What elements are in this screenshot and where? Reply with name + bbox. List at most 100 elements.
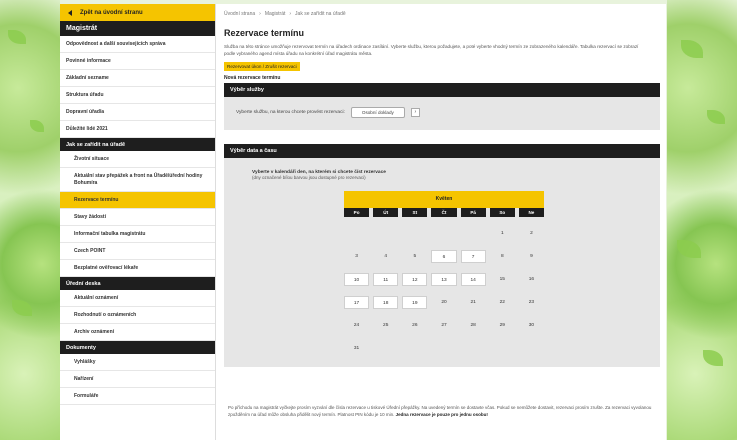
sidebar-subitem[interactable]: Aktuální stav přepážek a front na Úřadě/…: [60, 168, 215, 192]
calendar-day-empty: [344, 227, 369, 240]
calendar-day: 8: [500, 253, 504, 259]
left-decorative-background: [0, 0, 60, 440]
weekday-header: Po: [344, 207, 370, 217]
sidebar-subitem[interactable]: Rozhodnutí o oznámeních: [60, 307, 215, 324]
sidebar-item[interactable]: Odpovědnost a další souvisejících správa: [60, 36, 215, 53]
calendar-month: Květen: [344, 190, 544, 208]
calendar-day-available[interactable]: 14: [460, 272, 486, 286]
sidebar-subitem[interactable]: Formuláře: [60, 388, 215, 405]
sidebar-subitem[interactable]: Vyhlášky: [60, 354, 215, 371]
calendar-day-available[interactable]: 18: [373, 295, 399, 309]
sidebar-subitem-active[interactable]: Rezervace termínu: [60, 192, 215, 209]
weekday-header: Ne: [518, 207, 544, 217]
calendar-day: 4: [384, 253, 388, 259]
calendar-hint: (dny označené bílou barvou jsou dostupné…: [252, 174, 366, 180]
calendar-day: 28: [470, 322, 476, 328]
breadcrumb-link[interactable]: Jak se zařídit na úřadě: [295, 11, 346, 17]
weekday-header: St: [402, 207, 428, 217]
calendar-day: 23: [528, 299, 535, 305]
sidebar-subitem[interactable]: Stavy žádostí: [60, 209, 215, 226]
breadcrumb: Úvodní strana › Magistrát › Jak se zaříd…: [224, 8, 660, 20]
calendar-day: 29: [499, 322, 505, 328]
weekday-header: So: [489, 207, 515, 217]
sidebar: Zpět na úvodní stranu Magistrát Odpovědn…: [60, 4, 216, 440]
main-content: Úvodní strana › Magistrát › Jak se zaříd…: [216, 4, 666, 440]
arrow-left-icon: [68, 9, 72, 16]
calendar-day-available[interactable]: 11: [373, 272, 399, 286]
calendar-day: 31: [353, 345, 360, 351]
sidebar-subitem[interactable]: Aktuální oznámení: [60, 290, 215, 307]
sidebar-item[interactable]: Povinné informace: [60, 53, 215, 70]
calendar-grid: Po Út St Čt Pá So Ne 1 2 3 4 5 6 7 8 9 10 11 12 13 14 15 16 17 1…: [344, 207, 544, 355]
calendar-day: 2: [530, 230, 533, 236]
calendar-day-empty: [431, 227, 456, 240]
sidebar-subitem[interactable]: Bezplatné ověřovací lékaře: [60, 260, 215, 277]
calendar-day-available[interactable]: 7: [460, 249, 486, 263]
calendar-day: 30: [528, 322, 535, 328]
sidebar-item[interactable]: Důležité lidé 2021: [60, 121, 215, 138]
calendar-day: 24: [353, 322, 360, 328]
back-label: Zpět na úvodní stranu: [80, 9, 143, 16]
calendar-day-available[interactable]: 12: [402, 272, 428, 286]
sidebar-item[interactable]: Dopravní úřad/a: [60, 104, 215, 121]
calendar-day-empty: [402, 227, 427, 240]
reservation-link[interactable]: Rezervovat úkon / Zrušit rezervaci: [224, 61, 300, 71]
calendar-day: 5: [413, 253, 417, 259]
sidebar-item[interactable]: Základní sezname: [60, 70, 215, 87]
sidebar-subitem[interactable]: Životní situace: [60, 151, 215, 168]
service-panel: Vyberte službu, na kterou chcete provést…: [224, 96, 660, 130]
calendar-day: 3: [355, 253, 358, 259]
leaf-decoration: [12, 300, 32, 316]
calendar-day: 1: [500, 230, 504, 236]
leaf-decoration: [30, 120, 44, 132]
weekday-header: Čt: [431, 207, 457, 217]
calendar-day: 9: [530, 253, 533, 259]
sidebar-subitem[interactable]: Nařízení: [60, 371, 215, 388]
calendar-day: 22: [499, 299, 505, 305]
page-title: Rezervace termínu: [224, 28, 305, 38]
service-select[interactable]: Osobní doklady: [350, 106, 405, 118]
calendar-day-empty: [373, 227, 398, 240]
breadcrumb-separator: ›: [289, 11, 292, 17]
right-decorative-background: [667, 0, 737, 440]
intro-text: Služba na této stránce umožňuje rezervov…: [224, 44, 639, 56]
sidebar-subitem[interactable]: Czech POINT: [60, 243, 215, 260]
sidebar-section-dokumenty[interactable]: Dokumenty: [60, 341, 215, 354]
calendar: Květen Po Út St Čt Pá So Ne 1 2 3 4 5 6 7 8 9 10 11 12 13 14…: [344, 190, 544, 355]
calendar-day-available[interactable]: 6: [431, 249, 457, 263]
sidebar-section-uredni[interactable]: Úřední deska: [60, 277, 215, 290]
date-section-header: Výběr data a času: [224, 143, 660, 158]
weekday-header: Út: [373, 207, 399, 217]
calendar-day: 20: [441, 299, 447, 305]
leaf-decoration: [8, 30, 26, 44]
new-reservation-heading: Nová rezervace termínu: [224, 74, 281, 81]
calendar-day: 21: [470, 299, 476, 305]
service-section-header: Výběr služby: [224, 82, 660, 97]
service-row: Vyberte službu, na kterou chcete provést…: [236, 106, 648, 118]
breadcrumb-link[interactable]: Magistrát: [265, 11, 286, 17]
calendar-day-available[interactable]: 17: [344, 295, 370, 309]
date-panel: Vyberte v kalendáři den, na kterém si ch…: [224, 157, 660, 367]
calendar-day-available[interactable]: 19: [402, 295, 428, 309]
sidebar-subitem[interactable]: Informační tabulka magistrátu: [60, 226, 215, 243]
calendar-day: 26: [412, 322, 418, 328]
calendar-day-available[interactable]: 10: [344, 272, 370, 286]
back-to-home-button[interactable]: Zpět na úvodní stranu: [60, 4, 215, 21]
leaf-decoration: [677, 240, 701, 258]
page-frame: Zpět na úvodní stranu Magistrát Odpovědn…: [60, 4, 666, 440]
service-prompt: Vyberte službu, na kterou chcete provést…: [236, 109, 345, 115]
calendar-day: 16: [528, 276, 535, 282]
service-submit-button[interactable]: ›: [410, 107, 420, 117]
calendar-day-available[interactable]: 13: [431, 272, 457, 286]
leaf-decoration: [681, 40, 703, 58]
sidebar-heading: Magistrát: [60, 21, 215, 36]
breadcrumb-link[interactable]: Úvodní strana: [224, 11, 255, 17]
sidebar-item[interactable]: Struktura úřadu: [60, 87, 215, 104]
weekday-header: Pá: [460, 207, 486, 217]
calendar-day-empty: [461, 227, 486, 240]
calendar-day: 15: [499, 276, 505, 282]
calendar-day: 25: [383, 322, 389, 328]
breadcrumb-separator: ›: [259, 11, 261, 17]
sidebar-subitem[interactable]: Archiv oznámení: [60, 324, 215, 341]
sidebar-section-jak[interactable]: Jak se zařídit na úřadě: [60, 138, 215, 151]
